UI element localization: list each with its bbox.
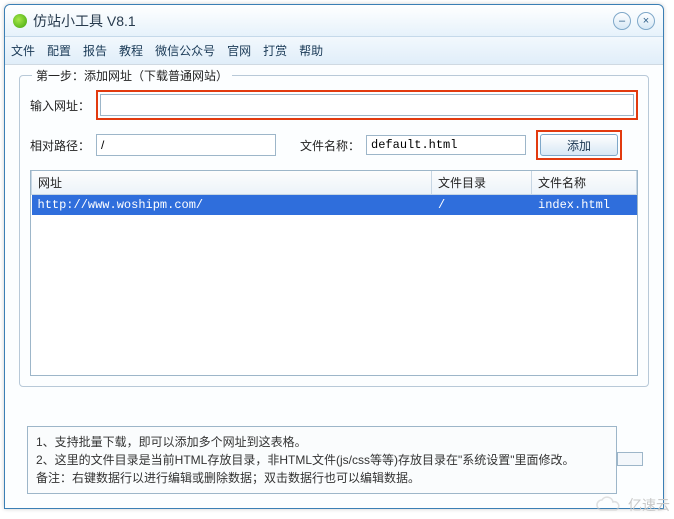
step1-group: 第一步：添加网址（下载普通网站） 输入网址： 相对路径： 文件名称： 添加: [19, 75, 649, 387]
url-label: 输入网址：: [30, 97, 90, 114]
app-icon: [13, 14, 27, 28]
close-button[interactable]: ×: [637, 12, 655, 30]
hint-line-1: 1、支持批量下载，即可以添加多个网址到这表格。: [36, 433, 608, 451]
minimize-button[interactable]: –: [613, 12, 631, 30]
table-header-dir[interactable]: 文件目录: [432, 171, 532, 195]
table-cell-url: http://www.woshipm.com/: [32, 195, 432, 216]
menu-bar: 文件 配置 报告 教程 微信公众号 官网 打赏 帮助: [5, 37, 663, 65]
client-area: 第一步：添加网址（下载普通网站） 输入网址： 相对路径： 文件名称： 添加: [5, 65, 663, 508]
menu-help[interactable]: 帮助: [299, 42, 323, 59]
table-row[interactable]: http://www.woshipm.com/ / index.html: [32, 195, 637, 216]
add-button-highlight: 添加: [536, 130, 622, 160]
cloud-icon: [594, 496, 624, 514]
relative-path-input[interactable]: [96, 134, 276, 156]
table-header-url[interactable]: 网址: [32, 171, 432, 195]
add-button[interactable]: 添加: [540, 134, 618, 156]
app-title: 仿站小工具 V8.1: [33, 11, 613, 31]
menu-report[interactable]: 报告: [83, 42, 107, 59]
menu-reward[interactable]: 打赏: [263, 42, 287, 59]
step1-group-title: 第一步：添加网址（下载普通网站）: [32, 67, 232, 84]
url-input-highlight: [96, 90, 638, 120]
relative-path-label: 相对路径：: [30, 137, 90, 154]
url-table[interactable]: 网址 文件目录 文件名称 http://www.woshipm.com/ / i…: [30, 170, 638, 376]
watermark-text: 亿速云: [628, 495, 670, 515]
table-header-name[interactable]: 文件名称: [532, 171, 637, 195]
menu-config[interactable]: 配置: [47, 42, 71, 59]
hints-box: 1、支持批量下载，即可以添加多个网址到这表格。 2、这里的文件目录是当前HTML…: [27, 426, 617, 494]
path-row: 相对路径： 文件名称： 添加: [30, 130, 638, 160]
window-controls: – ×: [613, 12, 655, 30]
url-input[interactable]: [100, 94, 634, 116]
aux-button[interactable]: [617, 452, 643, 466]
menu-tutorial[interactable]: 教程: [119, 42, 143, 59]
menu-official[interactable]: 官网: [227, 42, 251, 59]
menu-file[interactable]: 文件: [11, 42, 35, 59]
file-name-input[interactable]: [366, 135, 526, 155]
hint-line-3: 备注：右键数据行以进行编辑或删除数据；双击数据行也可以编辑数据。: [36, 469, 608, 487]
menu-wechat[interactable]: 微信公众号: [155, 42, 215, 59]
title-bar: 仿站小工具 V8.1 – ×: [5, 5, 663, 37]
file-name-label: 文件名称：: [300, 137, 360, 154]
app-window: 仿站小工具 V8.1 – × 文件 配置 报告 教程 微信公众号 官网 打赏 帮…: [4, 4, 664, 509]
watermark: 亿速云: [594, 495, 670, 515]
table-header-row: 网址 文件目录 文件名称: [32, 171, 637, 195]
hint-line-2: 2、这里的文件目录是当前HTML存放目录，非HTML文件(js/css等等)存放…: [36, 451, 608, 469]
table-cell-dir: /: [432, 195, 532, 216]
url-row: 输入网址：: [30, 90, 638, 120]
table-cell-name: index.html: [532, 195, 637, 216]
